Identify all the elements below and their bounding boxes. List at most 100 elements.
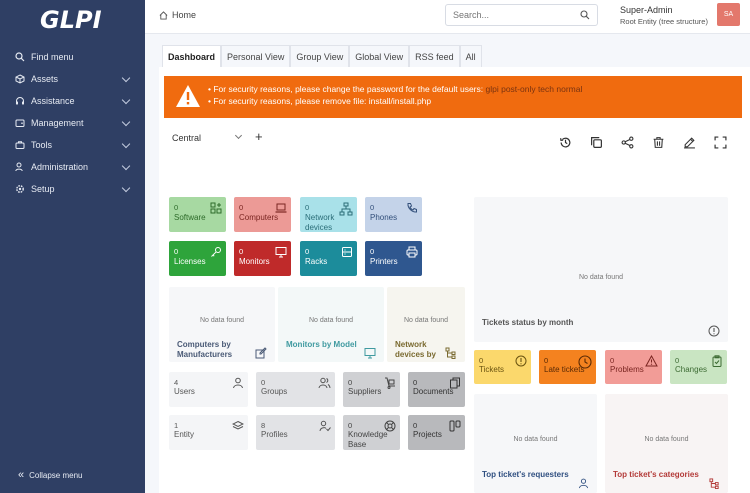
- chevron-down-icon: [121, 183, 131, 192]
- tab-dashboard[interactable]: Dashboard: [162, 45, 222, 67]
- card-groups[interactable]: 0 Groups: [256, 372, 335, 407]
- card-projects[interactable]: 0 Projects: [408, 415, 465, 450]
- card-knowledge-base[interactable]: 0 Knowledge Base: [343, 415, 400, 450]
- card-label: Documents: [413, 387, 454, 396]
- chevron-down-icon: [121, 139, 131, 148]
- chevron-down-icon: [121, 95, 131, 104]
- tab-rss-feed[interactable]: RSS feed: [409, 45, 460, 67]
- sidebar-item-label: Assets: [31, 74, 59, 84]
- global-search: [445, 4, 598, 26]
- widget-title: Network devices by: [395, 340, 436, 359]
- alert-text: For security reasons, please change the …: [213, 84, 486, 94]
- share-icon[interactable]: [620, 135, 635, 149]
- tab-global-view[interactable]: Global View: [349, 45, 410, 67]
- card-entity[interactable]: 1 Entity: [169, 415, 248, 450]
- no-data-message: No data found: [579, 274, 623, 281]
- widget-network-devices-by[interactable]: No data found Network devices by: [387, 287, 465, 362]
- history-icon[interactable]: [558, 135, 573, 149]
- widget-computers-by-manufacturers[interactable]: No data found Computers by Manufacturers: [169, 287, 275, 362]
- card-changes[interactable]: 0 Changes: [670, 350, 727, 384]
- breadcrumb[interactable]: Home: [159, 10, 196, 20]
- card-printers[interactable]: 0 Printers: [365, 241, 422, 276]
- tab-group-view[interactable]: Group View: [290, 45, 350, 67]
- alert-icon: [515, 355, 527, 369]
- card-suppliers[interactable]: 0 Suppliers: [343, 372, 400, 407]
- box-icon: [15, 74, 25, 84]
- alert-line: For security reasons, please remove file…: [208, 95, 582, 107]
- tab-personal-view[interactable]: Personal View: [221, 45, 291, 67]
- card-software[interactable]: 0 Software: [169, 197, 226, 232]
- no-data-message: No data found: [309, 317, 353, 324]
- default-users-link[interactable]: glpi post-only tech normal: [486, 84, 583, 94]
- card-licenses[interactable]: 0 Licenses: [169, 241, 226, 276]
- fullscreen-icon[interactable]: [713, 135, 728, 149]
- chevron-down-icon: [121, 73, 131, 82]
- add-dashboard-button[interactable]: +: [255, 130, 263, 144]
- tabs-bar: Dashboard Personal View Group View Globa…: [162, 45, 482, 67]
- monitor-icon: [275, 246, 287, 260]
- card-problems[interactable]: 0 Problems: [605, 350, 662, 384]
- card-monitors[interactable]: 0 Monitors: [234, 241, 291, 276]
- trash-icon[interactable]: [651, 135, 666, 149]
- clock-icon: [578, 355, 592, 371]
- card-label: Users: [174, 387, 195, 396]
- glpi-logo[interactable]: GLPI: [40, 6, 102, 34]
- network-icon: [445, 347, 457, 361]
- card-count: 0: [479, 356, 484, 365]
- collapse-menu-button[interactable]: « Collapse menu: [18, 469, 83, 481]
- sidebar-item-tools[interactable]: Tools: [0, 134, 145, 156]
- card-count: 0: [675, 356, 680, 365]
- edit-icon[interactable]: [682, 135, 697, 149]
- card-count: 0: [305, 203, 310, 212]
- user-info[interactable]: Super-Admin Root Entity (tree structure): [620, 5, 708, 27]
- card-users[interactable]: 4 Users: [169, 372, 248, 407]
- sidebar-item-management[interactable]: Management: [0, 112, 145, 134]
- card-label: Printers: [370, 257, 398, 266]
- card-label: Computers: [239, 213, 279, 222]
- card-count: 0: [261, 378, 266, 387]
- sidebar-item-setup[interactable]: Setup: [0, 178, 145, 200]
- sidebar-item-administration[interactable]: Administration: [0, 156, 145, 178]
- sidebar-item-assistance[interactable]: Assistance: [0, 90, 145, 112]
- card-label: Network devices: [305, 213, 335, 232]
- card-profiles[interactable]: 8 Profiles: [256, 415, 335, 450]
- card-phones[interactable]: 0 Phones: [365, 197, 422, 232]
- monitor-icon: [364, 347, 376, 361]
- avatar[interactable]: SA: [717, 3, 740, 26]
- widget-tickets-status-by-month[interactable]: No data found Tickets status by month: [474, 197, 728, 342]
- widget-monitors-by-model[interactable]: No data found Monitors by Model: [278, 287, 384, 362]
- card-count: 0: [174, 203, 179, 212]
- dashboard-select[interactable]: Central: [170, 130, 246, 146]
- card-count: 8: [261, 421, 266, 430]
- widget-title: Top ticket's categories: [613, 470, 699, 479]
- card-label: Phones: [370, 213, 398, 222]
- network-icon: [339, 202, 353, 218]
- card-label: Profiles: [261, 430, 288, 439]
- printer-icon: [406, 246, 418, 260]
- search-input[interactable]: [446, 5, 566, 25]
- card-computers[interactable]: 0 Computers: [234, 197, 291, 232]
- gear-icon: [15, 184, 25, 194]
- sidebar-item-assets[interactable]: Assets: [0, 68, 145, 90]
- widget-title: Monitors by Model: [286, 340, 357, 349]
- card-documents[interactable]: 0 Documents: [408, 372, 465, 407]
- copy-icon[interactable]: [589, 135, 604, 149]
- alert-messages: For security reasons, please change the …: [208, 83, 582, 107]
- widget-top-ticket-categories[interactable]: No data found Top ticket's categories: [605, 394, 728, 493]
- card-network-devices[interactable]: 0 Network devices: [300, 197, 357, 232]
- card-label: Projects: [413, 430, 442, 439]
- widget-top-ticket-requesters[interactable]: No data found Top ticket's requesters: [474, 394, 597, 493]
- search-icon[interactable]: [580, 10, 590, 22]
- card-racks[interactable]: 0 Racks: [300, 241, 357, 276]
- apps-icon: [210, 202, 222, 216]
- card-tickets[interactable]: 0 Tickets: [474, 350, 531, 384]
- card-count: 0: [239, 247, 244, 256]
- home-icon: [159, 10, 168, 20]
- card-count: 0: [370, 247, 375, 256]
- card-late-tickets[interactable]: 0 Late tickets: [539, 350, 596, 384]
- dashboard-toolbar: [558, 135, 744, 149]
- tree-icon: [709, 478, 720, 491]
- tab-all[interactable]: All: [459, 45, 482, 67]
- sidebar-item-find-menu[interactable]: Find menu: [0, 46, 145, 68]
- security-alert: For security reasons, please change the …: [164, 76, 742, 118]
